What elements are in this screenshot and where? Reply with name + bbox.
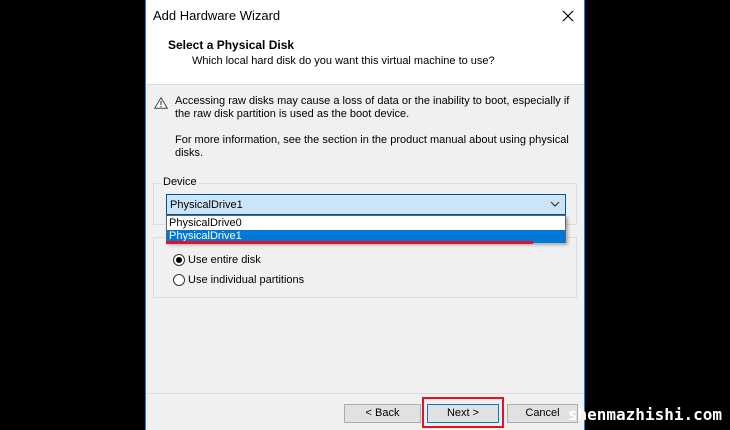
next-button-highlight	[422, 397, 504, 428]
device-selected-value: PhysicalDrive1	[170, 199, 243, 211]
radio-label: Use individual partitions	[188, 274, 305, 286]
close-icon	[562, 10, 574, 21]
add-hardware-wizard-dialog: Add Hardware Wizard Select a Physical Di…	[145, 0, 585, 430]
wizard-header: Select a Physical Disk Which local hard …	[146, 31, 584, 85]
watermark-text: shenmazhishi.com	[567, 405, 722, 424]
back-button[interactable]: < Back	[344, 404, 421, 423]
window-title: Add Hardware Wizard	[153, 8, 281, 23]
device-group-label: Device	[161, 176, 199, 188]
warning-icon	[154, 97, 168, 109]
radio-use-individual-partitions[interactable]: Use individual partitions	[173, 272, 304, 288]
dropdown-option-physicaldrive0[interactable]: PhysicalDrive0	[167, 217, 565, 230]
device-combobox[interactable]: PhysicalDrive1	[166, 194, 566, 215]
radio-use-entire-disk[interactable]: Use entire disk	[173, 252, 261, 268]
highlight-underline	[166, 241, 533, 244]
radio-label: Use entire disk	[188, 254, 261, 266]
title-bar: Add Hardware Wizard	[146, 0, 584, 31]
page-title: Select a Physical Disk	[168, 38, 295, 52]
warning-message: Accessing raw disks may cause a loss of …	[175, 95, 570, 120]
radio-button[interactable]	[173, 274, 185, 286]
info-message: For more information, see the section in…	[175, 134, 569, 159]
page-subtitle: Which local hard disk do you want this v…	[192, 55, 495, 67]
footer-divider	[146, 393, 584, 394]
close-button[interactable]	[552, 0, 584, 31]
radio-button[interactable]	[173, 254, 185, 266]
chevron-down-icon	[550, 201, 560, 207]
device-dropdown-list: PhysicalDrive0 PhysicalDrive1	[166, 215, 566, 243]
usage-group: Use entire disk Use individual partition…	[153, 237, 577, 298]
